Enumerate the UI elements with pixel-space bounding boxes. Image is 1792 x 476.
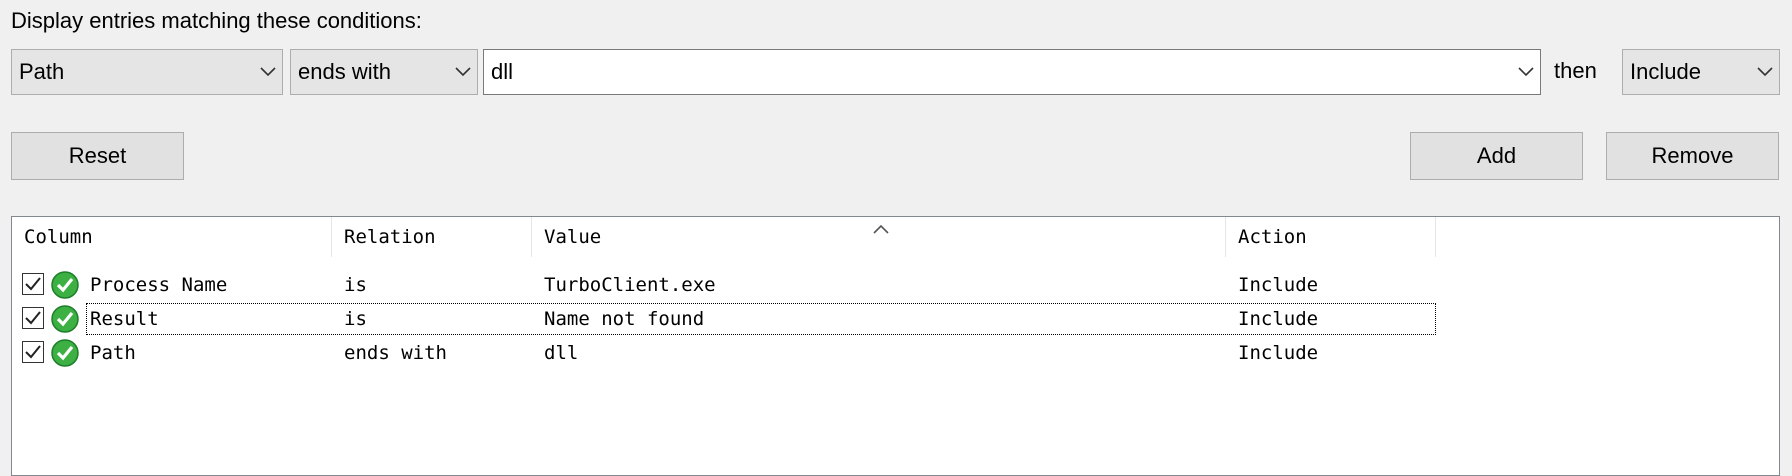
row-column: Result bbox=[90, 308, 159, 330]
add-button[interactable]: Add bbox=[1410, 132, 1583, 180]
green-check-icon bbox=[50, 270, 80, 300]
remove-button[interactable]: Remove bbox=[1606, 132, 1779, 180]
value-combobox[interactable]: dll bbox=[483, 49, 1541, 95]
filter-list[interactable]: Column Relation Value Action Process Nam… bbox=[11, 216, 1780, 476]
column-select-value: Path bbox=[19, 59, 65, 84]
row-relation: is bbox=[344, 308, 367, 330]
chevron-down-icon[interactable] bbox=[1512, 67, 1540, 77]
row-relation: ends with bbox=[344, 342, 447, 364]
value-input[interactable]: dll bbox=[484, 59, 1512, 85]
header-column[interactable]: Column bbox=[12, 217, 332, 257]
row-value: dll bbox=[544, 342, 579, 364]
chevron-down-icon bbox=[1751, 67, 1779, 77]
row-column: Process Name bbox=[90, 274, 228, 296]
chevron-down-icon bbox=[449, 67, 477, 77]
row-value: Name not found bbox=[544, 308, 705, 330]
table-row[interactable]: Path ends with dll Include bbox=[12, 336, 1779, 370]
relation-select-value: ends with bbox=[298, 59, 391, 84]
checkbox-checked-icon[interactable] bbox=[22, 273, 44, 295]
row-relation: is bbox=[344, 274, 367, 296]
row-action: Include bbox=[1238, 342, 1319, 364]
row-column: Path bbox=[90, 342, 136, 364]
action-select[interactable]: Include bbox=[1622, 49, 1780, 95]
sort-ascending-icon bbox=[873, 217, 889, 239]
header-action[interactable]: Action bbox=[1226, 217, 1436, 257]
row-value: TurboClient.exe bbox=[544, 274, 716, 296]
chevron-down-icon bbox=[254, 67, 282, 77]
checkbox-checked-icon[interactable] bbox=[22, 307, 44, 329]
action-select-value: Include bbox=[1630, 59, 1701, 84]
table-row[interactable]: Process Name is TurboClient.exe Include bbox=[12, 268, 1779, 302]
list-header: Column Relation Value Action bbox=[12, 217, 1779, 257]
reset-button[interactable]: Reset bbox=[11, 132, 184, 180]
row-action: Include bbox=[1238, 308, 1319, 330]
column-select[interactable]: Path bbox=[11, 49, 283, 95]
header-relation[interactable]: Relation bbox=[332, 217, 532, 257]
relation-select[interactable]: ends with bbox=[290, 49, 478, 95]
row-action: Include bbox=[1238, 274, 1319, 296]
filter-prompt: Display entries matching these condition… bbox=[11, 8, 422, 33]
green-check-icon bbox=[50, 304, 80, 334]
table-row[interactable]: Result is Name not found Include bbox=[12, 302, 1779, 336]
checkbox-checked-icon[interactable] bbox=[22, 341, 44, 363]
focus-rectangle bbox=[86, 303, 1436, 335]
then-label: then bbox=[1554, 58, 1597, 83]
green-check-icon bbox=[50, 338, 80, 368]
